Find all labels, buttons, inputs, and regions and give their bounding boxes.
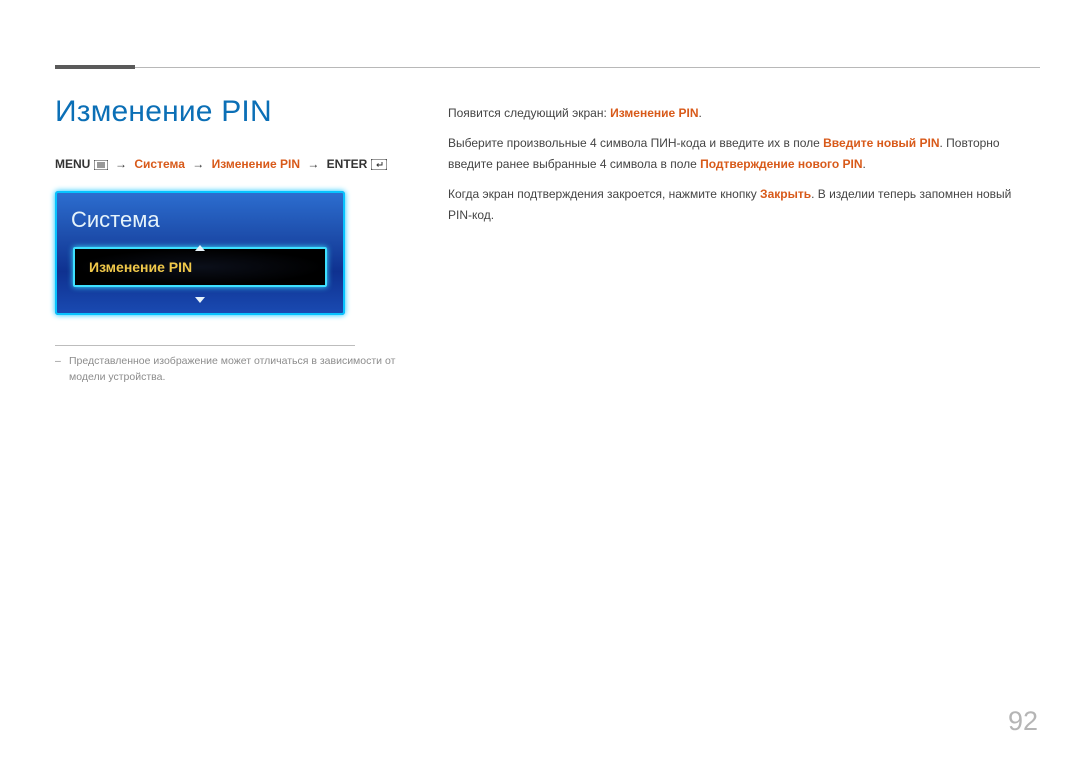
body-text-segment: Когда экран подтверждения закроется, наж… — [448, 187, 760, 201]
body-text-segment: Выберите произвольные 4 символа ПИН-кода… — [448, 136, 823, 150]
enter-icon — [371, 159, 387, 170]
footnote-text: Представленное изображение может отличат… — [55, 354, 415, 386]
page-title: Изменение PIN — [55, 95, 415, 129]
body-paragraph-1: Появится следующий экран: Изменение PIN. — [448, 103, 1038, 123]
caret-up-icon[interactable] — [195, 241, 205, 253]
body-paragraph-3: Когда экран подтверждения закроется, наж… — [448, 184, 1038, 225]
left-column: Изменение PIN MENU → Система → Изменение… — [55, 95, 415, 386]
breadcrumb-item: Изменение PIN — [212, 157, 300, 171]
header-rule — [55, 67, 1040, 68]
breadcrumb-arrow-3: → — [307, 157, 319, 171]
body-text: Появится следующий экран: Изменение PIN.… — [448, 103, 1038, 235]
body-paragraph-2: Выберите произвольные 4 символа ПИН-кода… — [448, 133, 1038, 174]
body-text-segment: . — [863, 157, 866, 171]
footnote-rule — [55, 345, 355, 346]
breadcrumb-system: Система — [134, 157, 185, 171]
breadcrumb-arrow-1: → — [115, 157, 127, 171]
header-accent — [55, 65, 135, 69]
page-number: 92 — [1008, 706, 1038, 737]
breadcrumb-enter: ENTER — [327, 157, 368, 171]
breadcrumb: MENU → Система → Изменение PIN → ENTER — [55, 157, 415, 171]
osd-selected-item[interactable]: Изменение PIN — [73, 247, 327, 287]
highlight-confirm-new-pin: Подтверждение нового PIN — [700, 157, 862, 171]
menu-icon — [94, 160, 108, 170]
caret-down-icon[interactable] — [195, 293, 205, 305]
highlight-change-pin: Изменение PIN — [610, 106, 698, 120]
body-text-segment: . — [699, 106, 702, 120]
breadcrumb-arrow-2: → — [192, 157, 204, 171]
highlight-enter-new-pin: Введите новый PIN — [823, 136, 939, 150]
body-text-segment: Появится следующий экран: — [448, 106, 610, 120]
osd-menu: Система Изменение PIN — [55, 191, 345, 315]
highlight-close: Закрыть — [760, 187, 811, 201]
breadcrumb-menu: MENU — [55, 157, 90, 171]
